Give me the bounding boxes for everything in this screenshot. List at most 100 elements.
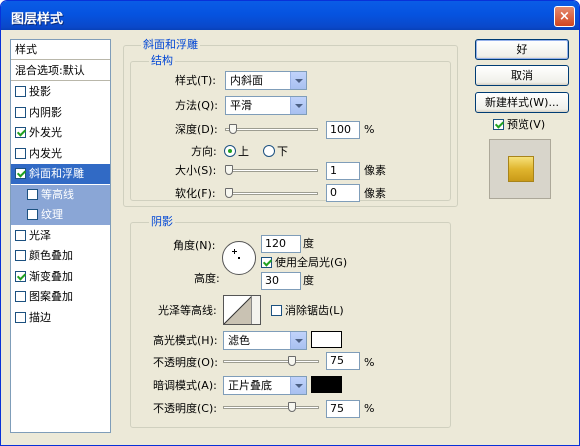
checkbox-checked-icon[interactable] <box>15 270 26 282</box>
checkbox-empty-icon[interactable] <box>15 291 26 302</box>
title-bar[interactable]: 图层样式 × <box>1 1 579 30</box>
sidebar-item-label: 纹理 <box>41 208 63 221</box>
sidebar-item-label: 光泽 <box>29 228 51 242</box>
highlight-opacity-slider-thumb[interactable] <box>288 356 296 366</box>
soften-slider-thumb[interactable] <box>225 188 233 198</box>
sidebar-item-label: 描边 <box>29 310 51 324</box>
checkbox-empty-icon[interactable] <box>15 311 26 323</box>
checkbox-empty-icon[interactable] <box>15 147 26 159</box>
gloss-contour-label: 光泽等高线: <box>158 304 217 317</box>
sidebar-item[interactable]: 投影 <box>11 82 110 102</box>
preview-checkbox[interactable]: 预览(V) <box>493 118 545 132</box>
sidebar-item[interactable]: 图案叠加 <box>11 287 110 307</box>
sidebar-item[interactable]: 纹理 <box>11 205 110 225</box>
size-input[interactable]: 1 <box>326 162 360 180</box>
shadow-opacity-slider-thumb[interactable] <box>288 402 296 412</box>
checkbox-empty-icon[interactable] <box>15 229 26 241</box>
soften-unit: 像素 <box>364 187 386 200</box>
checkbox-empty-icon <box>271 305 282 316</box>
shadow-mode-value: 正片叠底 <box>228 379 272 392</box>
size-unit: 像素 <box>364 164 386 177</box>
layer-style-dialog: 图层样式 × 样式 混合选项:默认 投影 内阴影 外发光 内发光 斜面和浮雕 等高线 纹理光… <box>0 0 580 446</box>
sidebar-item-label: 渐变叠加 <box>29 269 73 283</box>
checkbox-empty-icon[interactable] <box>15 106 26 118</box>
antialias-checkbox[interactable]: 消除锯齿(L) <box>271 304 344 318</box>
contour-curve-icon <box>224 296 252 324</box>
checkbox-empty-icon[interactable] <box>15 250 26 261</box>
sidebar-item[interactable]: 内发光 <box>11 144 110 164</box>
sidebar-item-label: 投影 <box>29 85 51 98</box>
altitude-input[interactable]: 30 <box>261 272 301 290</box>
sidebar-item[interactable]: 描边 <box>11 308 110 328</box>
highlight-mode-select[interactable]: 滤色 <box>223 331 307 350</box>
style-label: 样式(T): <box>175 74 217 87</box>
preview-thumbnail <box>489 139 551 199</box>
sidebar-item-label: 颜色叠加 <box>29 249 73 262</box>
window-title: 图层样式 <box>11 12 64 27</box>
checkbox-empty-icon[interactable] <box>15 86 26 97</box>
highlight-mode-value: 滤色 <box>228 334 250 347</box>
sidebar-item-label: 外发光 <box>29 126 62 139</box>
preview-label: 预览(V) <box>507 118 546 131</box>
ok-button[interactable]: 好 <box>475 39 569 60</box>
depth-slider-thumb[interactable] <box>229 124 237 134</box>
shadow-opacity-unit: % <box>364 402 375 415</box>
technique-select[interactable]: 平滑 <box>225 96 307 115</box>
checkbox-checked-icon[interactable] <box>15 127 26 138</box>
sidebar-item-label: 等高线 <box>41 187 74 201</box>
size-slider-thumb[interactable] <box>225 165 233 175</box>
checkbox-checked-icon[interactable] <box>15 168 26 179</box>
highlight-color-swatch[interactable] <box>311 331 342 348</box>
checkbox-checked-icon <box>261 257 272 268</box>
direction-up-radio[interactable]: 上 <box>224 145 249 159</box>
close-button[interactable]: × <box>554 6 575 27</box>
shadow-opacity-label: 不透明度(C): <box>153 402 217 415</box>
sidebar-item[interactable]: 渐变叠加 <box>11 267 110 287</box>
styles-list: 样式 混合选项:默认 投影内阴影外发光内发光斜面和浮雕等高线纹理光泽颜色叠加渐变… <box>10 39 111 433</box>
shadow-opacity-input[interactable]: 75 <box>326 400 360 418</box>
highlight-opacity-input[interactable]: 75 <box>326 352 360 370</box>
depth-input[interactable]: 100 <box>326 121 360 139</box>
size-slider[interactable] <box>225 165 318 175</box>
cancel-button[interactable]: 取消 <box>475 65 569 86</box>
checkbox-empty-icon[interactable] <box>27 188 38 200</box>
depth-label: 深度(D): <box>175 123 218 136</box>
sidebar-item[interactable]: 颜色叠加 <box>11 246 110 266</box>
style-select[interactable]: 内斜面 <box>225 71 307 90</box>
sidebar-item[interactable]: 斜面和浮雕 <box>11 164 110 184</box>
soften-input[interactable]: 0 <box>326 184 360 202</box>
shadow-color-swatch[interactable] <box>311 376 342 393</box>
structure-title: 结构 <box>149 54 175 67</box>
sidebar-item-label: 斜面和浮雕 <box>29 167 84 180</box>
sidebar-item[interactable]: 外发光 <box>11 123 110 143</box>
sidebar-item-label: 内阴影 <box>29 105 62 119</box>
shadow-mode-label: 暗调模式(A): <box>153 379 217 392</box>
technique-label: 方法(Q): <box>175 99 218 112</box>
highlight-opacity-slider[interactable] <box>223 356 319 366</box>
depth-slider[interactable] <box>225 124 318 134</box>
radio-empty-icon <box>263 145 275 157</box>
global-light-label: 使用全局光(G) <box>275 256 348 269</box>
altitude-label: 高度: <box>194 272 220 285</box>
checkbox-empty-icon[interactable] <box>27 209 38 220</box>
sidebar-item[interactable]: 内阴影 <box>11 103 110 123</box>
angle-unit: 度 <box>303 237 314 250</box>
highlight-mode-label: 高光模式(H): <box>153 334 218 347</box>
gloss-contour-picker[interactable] <box>223 295 261 325</box>
shadow-mode-select[interactable]: 正片叠底 <box>223 376 307 395</box>
new-style-button[interactable]: 新建样式(W)... <box>475 92 569 113</box>
shadow-opacity-slider[interactable] <box>223 402 319 412</box>
size-label: 大小(S): <box>175 164 217 177</box>
soften-label: 软化(F): <box>175 187 216 200</box>
angle-input[interactable]: 120 <box>261 235 301 253</box>
styles-header[interactable]: 样式 <box>11 40 110 60</box>
sidebar-item[interactable]: 等高线 <box>11 184 110 205</box>
blending-options-item[interactable]: 混合选项:默认 <box>11 61 110 81</box>
bevel-emboss-title: 斜面和浮雕 <box>141 38 200 51</box>
soften-slider[interactable] <box>225 188 318 198</box>
global-light-checkbox[interactable]: 使用全局光(G) <box>261 256 347 270</box>
antialias-label: 消除锯齿(L) <box>285 304 344 317</box>
angle-dial[interactable] <box>222 241 256 275</box>
direction-down-radio[interactable]: 下 <box>263 145 288 159</box>
sidebar-item[interactable]: 光泽 <box>11 226 110 246</box>
